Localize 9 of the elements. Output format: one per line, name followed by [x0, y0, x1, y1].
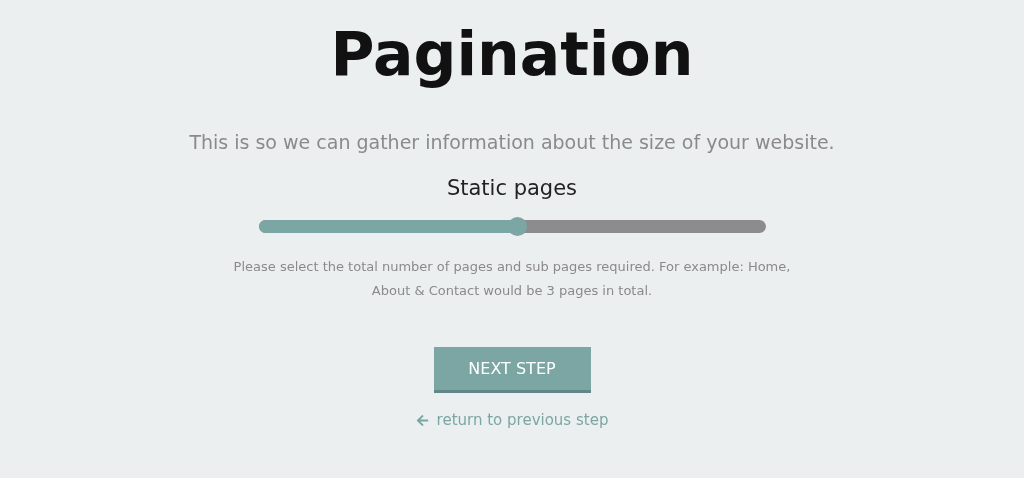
subtitle: This is so we can gather information about the size of your website. — [189, 130, 835, 155]
page-title: Pagination — [330, 18, 694, 90]
slider-track[interactable] — [258, 220, 766, 233]
help-text: Please select the total number of pages and sub pages required. For example: Home, About & Contact would be 3 pages in total. — [232, 258, 792, 300]
back-link[interactable]: return to previous step — [415, 409, 609, 432]
left-arrow-icon — [415, 413, 429, 427]
slider-label: Static pages — [446, 174, 578, 202]
slider-thumb[interactable] — [508, 217, 528, 236]
next-step-button[interactable]: NEXT STEP — [433, 347, 591, 393]
